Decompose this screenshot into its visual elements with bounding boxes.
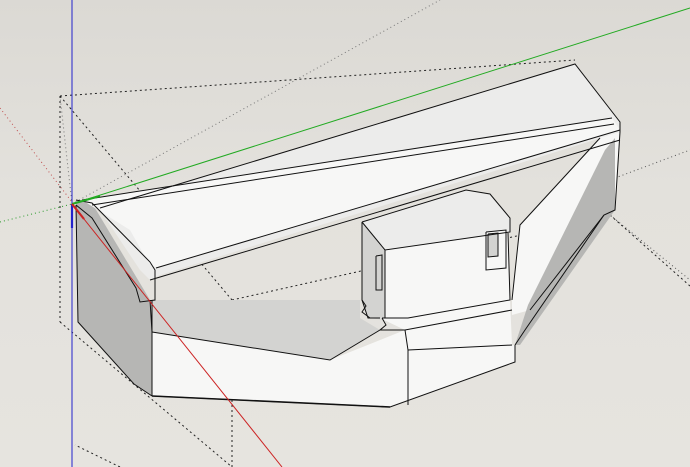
- model-solid[interactable]: [76, 64, 620, 407]
- 3d-viewport[interactable]: [0, 0, 690, 467]
- box-window-inner: [488, 233, 498, 257]
- model-canvas[interactable]: [0, 0, 690, 467]
